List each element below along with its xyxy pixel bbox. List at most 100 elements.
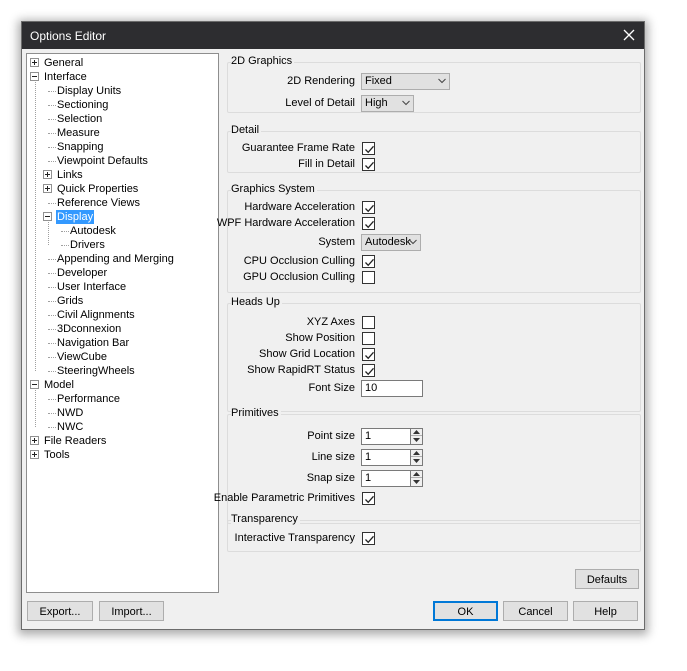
checkmark-icon	[365, 258, 374, 267]
tree-item-links[interactable]: Links	[27, 168, 218, 182]
spin-up-icon[interactable]	[411, 450, 422, 457]
level-of-detail-combo[interactable]: High	[361, 95, 414, 112]
row-show-rapidrt-status: Show RapidRT Status	[225, 362, 355, 378]
cpu-occlusion-checkbox[interactable]	[362, 255, 375, 268]
tree-item-general[interactable]: General	[27, 56, 218, 70]
font-size-label: Font Size	[308, 382, 355, 394]
gpu-occlusion-checkbox[interactable]	[362, 271, 375, 284]
tree-item-reference-views[interactable]: Reference Views	[27, 196, 218, 210]
tree-item-user-interface[interactable]: User Interface	[27, 280, 218, 294]
hardware-acceleration-checkbox[interactable]	[362, 201, 375, 214]
spin-down-icon[interactable]	[411, 458, 422, 465]
line-size-input[interactable]: 1	[361, 449, 411, 466]
tree-item-navigation-bar[interactable]: Navigation Bar	[27, 336, 218, 350]
row-2d-rendering: 2D Rendering	[225, 73, 355, 89]
show-position-checkbox[interactable]	[362, 332, 375, 345]
tree-connector	[48, 222, 49, 245]
expand-plus-icon[interactable]	[30, 450, 39, 459]
row-system: System	[225, 234, 355, 250]
show-rapidrt-status-checkbox[interactable]	[362, 364, 375, 377]
system-combo[interactable]: Autodesk	[361, 234, 421, 251]
guarantee-frame-rate-label: Guarantee Frame Rate	[241, 142, 355, 154]
tree-item-nwd[interactable]: NWD	[27, 406, 218, 420]
spin-down-icon[interactable]	[411, 437, 422, 444]
tree-item-display-units[interactable]: Display Units	[27, 84, 218, 98]
row-parametric-primitives: Enable Parametric Primitives	[214, 490, 355, 506]
tree-item-file-readers[interactable]: File Readers	[27, 434, 218, 448]
wpf-hardware-acceleration-checkbox[interactable]	[362, 217, 375, 230]
tree-item-label: General	[44, 57, 84, 69]
tree-item-quick-properties[interactable]: Quick Properties	[27, 182, 218, 196]
export-button[interactable]: Export...	[27, 601, 93, 621]
gpu-occlusion-label: GPU Occlusion Culling	[243, 271, 355, 283]
tree-item-measure[interactable]: Measure	[27, 126, 218, 140]
2d-rendering-combo[interactable]: Fixed	[361, 73, 450, 90]
tree-item-viewcube[interactable]: ViewCube	[27, 350, 218, 364]
tree-item-civil-alignments[interactable]: Civil Alignments	[27, 308, 218, 322]
spin-up-icon[interactable]	[411, 429, 422, 436]
group-transparency: Transparency Interactive Transparency	[225, 513, 641, 553]
parametric-primitives-label: Enable Parametric Primitives	[213, 492, 355, 504]
tree-item-nwc[interactable]: NWC	[27, 420, 218, 434]
point-size-input[interactable]: 1	[361, 428, 411, 445]
spin-down-icon[interactable]	[411, 479, 422, 486]
tree-item-grids[interactable]: Grids	[27, 294, 218, 308]
tree-item-snapping[interactable]: Snapping	[27, 140, 218, 154]
spin-buttons	[410, 428, 423, 445]
spin-up-icon[interactable]	[411, 471, 422, 478]
tree-item-tools[interactable]: Tools	[27, 448, 218, 462]
tree-item-label: Drivers	[70, 239, 105, 251]
tree-item-label: Measure	[57, 127, 100, 139]
line-size-label: Line size	[311, 451, 355, 463]
tree-item-interface[interactable]: Interface	[27, 70, 218, 84]
cancel-button[interactable]: Cancel	[503, 601, 568, 621]
tree-item-sectioning[interactable]: Sectioning	[27, 98, 218, 112]
import-button[interactable]: Import...	[99, 601, 164, 621]
row-point-size: Point size	[225, 428, 355, 444]
collapse-minus-icon[interactable]	[43, 212, 52, 221]
fill-in-detail-checkbox[interactable]	[362, 158, 375, 171]
tree-item-label: Snapping	[57, 141, 104, 153]
snap-size-input[interactable]: 1	[361, 470, 411, 487]
defaults-button[interactable]: Defaults	[575, 569, 639, 589]
collapse-minus-icon[interactable]	[30, 72, 39, 81]
tree-item-steeringwheels[interactable]: SteeringWheels	[27, 364, 218, 378]
interactive-transparency-checkbox[interactable]	[362, 532, 375, 545]
checkmark-icon	[365, 495, 374, 504]
tree-item-display[interactable]: Display	[27, 210, 218, 224]
row-show-grid-location: Show Grid Location	[225, 346, 355, 362]
tree-item-model[interactable]: Model	[27, 378, 218, 392]
show-position-label: Show Position	[285, 332, 355, 344]
tree-item-selection[interactable]: Selection	[27, 112, 218, 126]
expand-plus-icon[interactable]	[43, 184, 52, 193]
row-interactive-transparency: Interactive Transparency	[225, 530, 355, 546]
close-icon[interactable]	[620, 25, 638, 45]
tree-item-developer[interactable]: Developer	[27, 266, 218, 280]
expand-plus-icon[interactable]	[30, 58, 39, 67]
collapse-minus-icon[interactable]	[30, 380, 39, 389]
group-heads-up: Heads Up XYZ Axes Show Position Show Gri…	[225, 296, 641, 414]
expand-plus-icon[interactable]	[43, 170, 52, 179]
tree-item-label: Links	[57, 169, 83, 181]
row-show-position: Show Position	[225, 330, 355, 346]
options-tree[interactable]: General Interface Display Units Sectioning S…	[26, 53, 219, 593]
font-size-input[interactable]: 10	[361, 380, 423, 397]
guarantee-frame-rate-checkbox[interactable]	[362, 142, 375, 155]
xyz-axes-checkbox[interactable]	[362, 316, 375, 329]
tree-item-autodesk[interactable]: Autodesk	[27, 224, 218, 238]
show-rapidrt-status-label: Show RapidRT Status	[247, 364, 355, 376]
tree-item-viewpoint-defaults[interactable]: Viewpoint Defaults	[27, 154, 218, 168]
tree-item-appending-and-merging[interactable]: Appending and Merging	[27, 252, 218, 266]
show-grid-location-checkbox[interactable]	[362, 348, 375, 361]
xyz-axes-label: XYZ Axes	[306, 316, 355, 328]
ok-button[interactable]: OK	[433, 601, 498, 621]
parametric-primitives-checkbox[interactable]	[362, 492, 375, 505]
expand-plus-icon[interactable]	[30, 436, 39, 445]
tree-item-3dconnexion[interactable]: 3Dconnexion	[27, 322, 218, 336]
rendering-label: 2D Rendering	[287, 75, 355, 87]
tree-item-drivers[interactable]: Drivers	[27, 238, 218, 252]
tree-item-performance[interactable]: Performance	[27, 392, 218, 406]
help-button[interactable]: Help	[573, 601, 638, 621]
spin-buttons	[410, 449, 423, 466]
row-xyz-axes: XYZ Axes	[225, 314, 355, 330]
